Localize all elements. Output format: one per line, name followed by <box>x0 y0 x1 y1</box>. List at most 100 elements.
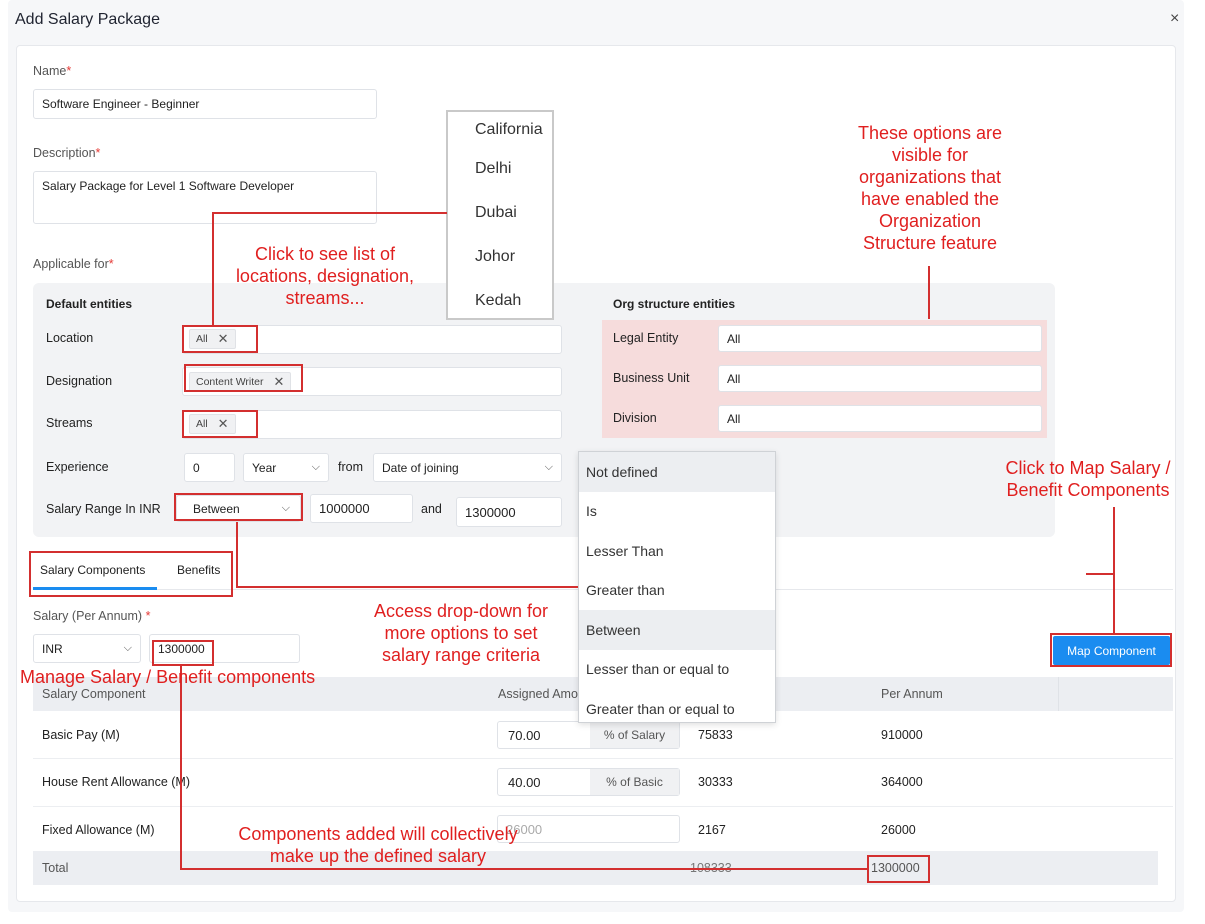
division-label: Division <box>613 411 657 425</box>
annotation-line: Access drop-down for <box>373 601 549 621</box>
salary-range-min-input[interactable]: 1000000 <box>310 494 413 523</box>
connector-line <box>236 586 578 588</box>
annotation-line: more options to set <box>384 623 538 643</box>
connector-line <box>1113 507 1115 573</box>
location-option[interactable]: Kedah <box>448 279 552 323</box>
header-divider <box>1058 677 1059 711</box>
annotation-components: Components added will collectively make … <box>220 823 536 867</box>
name-input[interactable]: Software Engineer - Beginner <box>33 89 377 119</box>
salary-range-highlight <box>174 493 303 521</box>
range-operator-dropdown: Not defined Is Lesser Than Greater than … <box>578 451 776 723</box>
annotation-manage: Manage Salary / Benefit components <box>20 667 316 687</box>
connector-line <box>1113 573 1115 633</box>
description-label: Description* <box>33 146 101 160</box>
currency-label: INR <box>42 641 63 656</box>
business-unit-label: Business Unit <box>613 371 690 385</box>
description-input[interactable]: Salary Package for Level 1 Software Deve… <box>33 171 377 224</box>
annotation-org: These options are visible for organizati… <box>830 122 1030 254</box>
map-component-highlight <box>1050 633 1172 667</box>
annotation-line: Structure feature <box>862 233 998 253</box>
legal-entity-input[interactable]: All <box>718 325 1042 352</box>
row-3-annual: 26000 <box>881 823 916 837</box>
annotation-line: visible for <box>891 145 969 165</box>
row-2-basis: % of Basic <box>590 769 679 795</box>
row-2-amount[interactable]: 40.00 <box>498 775 590 790</box>
range-option[interactable]: Not defined <box>579 452 775 492</box>
location-highlight <box>182 325 258 353</box>
row-1-component: Basic Pay (M) <box>42 728 120 742</box>
range-option[interactable]: Greater than or equal to <box>579 689 775 729</box>
designation-label: Designation <box>46 374 113 388</box>
currency-select[interactable]: INR ⌵ <box>33 634 141 663</box>
location-dropdown: California Delhi Dubai Johor Kedah <box>446 110 554 320</box>
row-3-monthly: 2167 <box>698 823 726 837</box>
row-1-amount[interactable]: 70.00 <box>498 728 590 743</box>
row-1-annual: 910000 <box>881 728 923 742</box>
location-option[interactable]: California <box>448 112 552 147</box>
row-2-amount-group[interactable]: 40.00 % of Basic <box>497 768 680 796</box>
annotation-line: locations, designation, <box>235 266 415 286</box>
salary-range-label: Salary Range In INR <box>46 502 161 516</box>
annotation-line: streams... <box>285 288 365 308</box>
header-assigned-amount: Assigned Amo <box>498 687 578 701</box>
close-icon[interactable]: × <box>1170 10 1190 30</box>
annotation-line: Benefit Components <box>1006 480 1170 500</box>
experience-unit-label: Year <box>252 460 277 475</box>
chevron-down-icon: ⌵ <box>123 642 132 654</box>
from-select[interactable]: Date of joining ⌵ <box>373 453 562 482</box>
salary-amount-highlight <box>152 640 214 666</box>
total-label: Total <box>42 861 69 875</box>
annotation-line: have enabled the <box>860 189 1000 209</box>
annotation-line: salary range criteria <box>381 645 541 665</box>
name-label: Name* <box>33 64 72 78</box>
location-option[interactable]: Johor <box>448 235 552 279</box>
connector-line <box>212 212 447 214</box>
row-divider <box>33 758 1173 759</box>
header-salary-component: Salary Component <box>42 687 146 701</box>
legal-entity-label: Legal Entity <box>613 331 679 345</box>
row-3-component: Fixed Allowance (M) <box>42 823 155 837</box>
annotation-line: make up the defined salary <box>269 846 487 866</box>
division-input[interactable]: All <box>718 405 1042 432</box>
modal-title: Add Salary Package <box>15 11 160 28</box>
range-option[interactable]: Between <box>579 610 775 650</box>
location-option[interactable]: Delhi <box>448 147 552 191</box>
and-label: and <box>421 502 442 516</box>
row-2-annual: 364000 <box>881 775 923 789</box>
range-option[interactable]: Lesser than or equal to <box>579 650 775 690</box>
row-2-monthly: 30333 <box>698 775 733 789</box>
chevron-down-icon: ⌵ <box>544 461 553 473</box>
chevron-down-icon: ⌵ <box>311 461 320 473</box>
connector-line <box>928 266 930 319</box>
connector-line <box>180 868 867 870</box>
location-label: Location <box>46 331 94 345</box>
salary-label: Salary (Per Annum) * <box>33 609 151 623</box>
salary-range-max-input[interactable]: 1300000 <box>456 497 562 527</box>
default-entities-header: Default entities <box>46 297 133 311</box>
annotation-line: Click to see list of <box>254 244 396 264</box>
range-option[interactable]: Greater than <box>579 571 775 611</box>
experience-label: Experience <box>46 460 109 474</box>
tabs-highlight <box>29 551 233 597</box>
experience-unit-select[interactable]: Year ⌵ <box>243 453 329 482</box>
range-option[interactable]: Is <box>579 492 775 532</box>
header-per-annum: Per Annum <box>881 687 943 701</box>
business-unit-input[interactable]: All <box>718 365 1042 392</box>
location-option[interactable]: Dubai <box>448 191 552 235</box>
total-annual-highlight <box>867 855 930 883</box>
annotation-range: Access drop-down for more options to set… <box>360 600 562 666</box>
annotation-map: Click to Map Salary / Benefit Components <box>995 457 1181 501</box>
row-2-component: House Rent Allowance (M) <box>42 775 190 789</box>
annotation-list: Click to see list of locations, designat… <box>212 243 438 309</box>
connector-line <box>1086 573 1115 575</box>
streams-label: Streams <box>46 416 93 430</box>
annotation-line: Click to Map Salary / <box>1005 458 1171 478</box>
range-option[interactable]: Lesser Than <box>579 531 775 571</box>
from-select-label: Date of joining <box>382 460 459 475</box>
designation-highlight <box>184 364 303 392</box>
connector-line <box>180 666 182 869</box>
annotation-line: Components added will collectively <box>238 824 518 844</box>
annotation-line: These options are <box>857 123 1003 143</box>
from-label: from <box>338 460 363 474</box>
experience-input[interactable]: 0 <box>184 453 235 482</box>
